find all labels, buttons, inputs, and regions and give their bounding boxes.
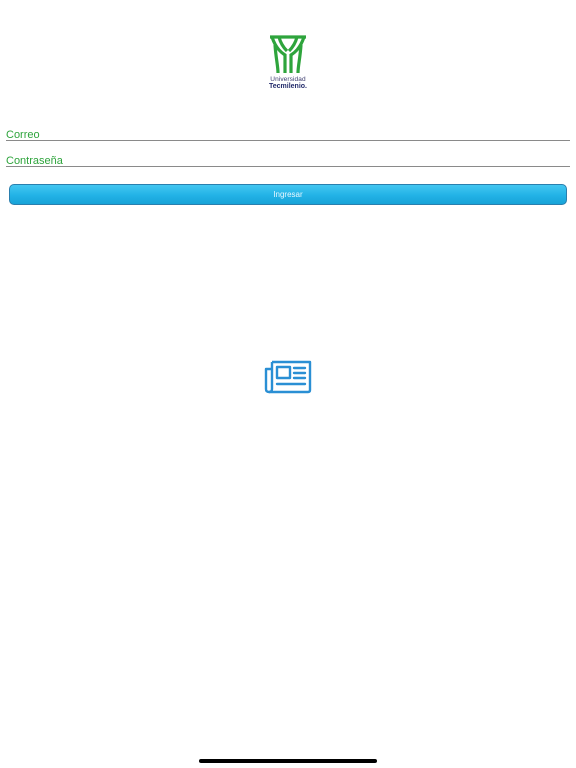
logo-text-tecmilenio: Tecmilenio. (269, 83, 307, 90)
logo-text-universidad: Universidad (270, 76, 306, 83)
home-indicator[interactable] (199, 759, 377, 763)
password-field-container (6, 151, 570, 169)
university-logo: Universidad Tecmilenio. (256, 33, 320, 95)
password-input[interactable] (6, 153, 570, 169)
email-field-container (6, 125, 570, 143)
login-button[interactable]: Ingresar (9, 184, 567, 205)
newspaper-icon (264, 360, 312, 394)
email-input[interactable] (6, 127, 570, 143)
tree-logo-icon (270, 35, 306, 73)
